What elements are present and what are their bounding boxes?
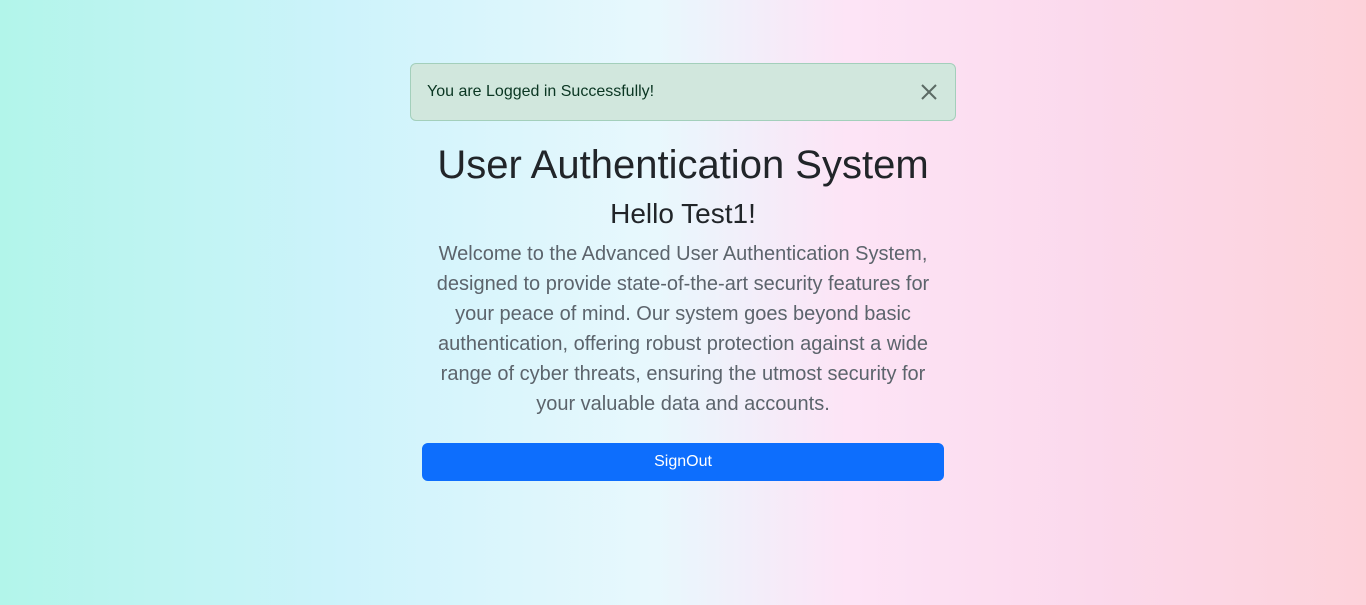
close-icon (921, 84, 937, 100)
user-greeting: Hello Test1! (610, 198, 756, 229)
signout-button[interactable]: SignOut (422, 442, 944, 481)
page-title: User Authentication System (437, 143, 929, 187)
main-container: You are Logged in Successfully! User Aut… (410, 63, 956, 481)
alert-message: You are Logged in Successfully! (427, 83, 655, 100)
success-alert: You are Logged in Successfully! (410, 63, 956, 121)
welcome-description: Welcome to the Advanced User Authenticat… (436, 242, 930, 415)
alert-close-button[interactable] (917, 80, 941, 104)
